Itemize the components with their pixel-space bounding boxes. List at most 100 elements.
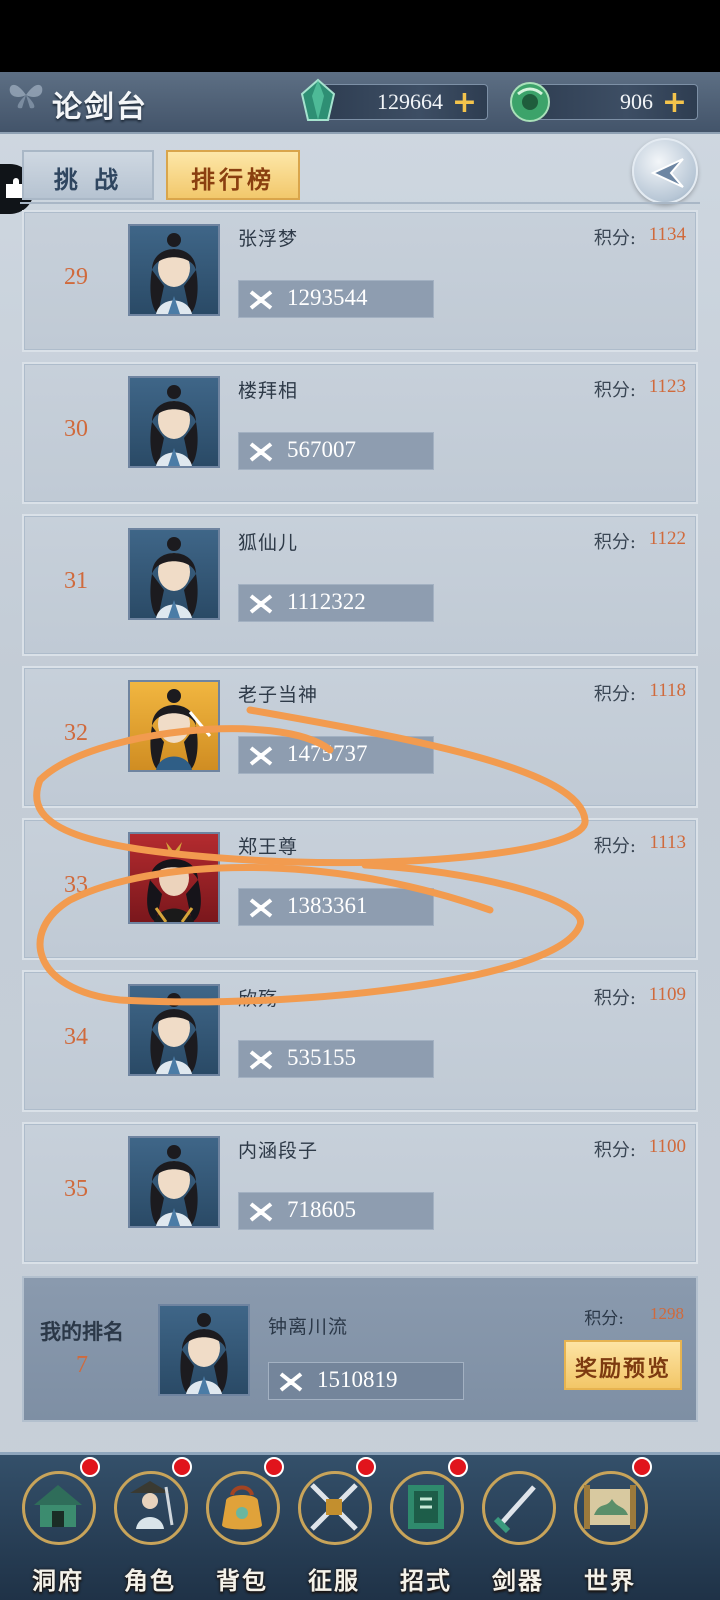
ranking-list[interactable]: 29 张浮梦 1293544 积分: 1134 30 楼拜相 567007 积分: 1123 31 狐…	[0, 210, 720, 1330]
my-rank-label: 我的排名	[40, 1319, 124, 1344]
combat-power: 1475737	[238, 736, 434, 774]
sword-icon	[493, 1485, 536, 1534]
player-name: 老子当神	[238, 684, 319, 706]
nav-item-5[interactable]: 招式	[380, 1455, 472, 1600]
nav-item-7[interactable]: 世界	[564, 1455, 656, 1600]
rank-number: 31	[64, 568, 88, 594]
character-portrait-icon	[150, 689, 212, 770]
notification-badge	[80, 1457, 100, 1477]
score-value: 1134	[648, 224, 686, 245]
ranking-row[interactable]: 29 张浮梦 1293544 积分: 1134	[22, 210, 698, 352]
ranking-row[interactable]: 30 楼拜相 567007 积分: 1123	[22, 362, 698, 504]
score-value: 1118	[649, 680, 686, 701]
my-combat-power-value: 1510819	[317, 1367, 398, 1392]
notification-badge	[448, 1457, 468, 1477]
nav-item-3[interactable]: 背包	[196, 1455, 288, 1600]
score-value: 1123	[648, 376, 686, 397]
moth-emblem-icon	[9, 84, 43, 109]
bottom-nav: 洞府 角色 背包 征服 招式 剑器 世界	[0, 1452, 720, 1600]
gem-currency: 129664 +	[318, 84, 488, 120]
nav-item-1[interactable]: 洞府	[12, 1455, 104, 1600]
ranking-row[interactable]: 33 郑王尊 1383361 积分: 1113	[22, 818, 698, 960]
player-avatar[interactable]	[128, 984, 220, 1076]
gem-amount: 129664	[377, 89, 443, 114]
nav-label: 背包	[216, 1566, 268, 1595]
rank-number: 32	[64, 720, 88, 746]
character-icon	[130, 1481, 174, 1529]
notification-badge	[264, 1457, 284, 1477]
notification-badge	[632, 1457, 652, 1477]
nav-label: 角色	[124, 1566, 176, 1595]
score-label: 积分:	[593, 380, 636, 401]
status-bar	[0, 0, 720, 72]
combat-power: 718605	[238, 1192, 434, 1230]
combat-power: 1293544	[238, 280, 434, 318]
score-value: 1113	[649, 832, 686, 853]
ranking-row[interactable]: 31 狐仙儿 1112322 积分: 1122	[22, 514, 698, 656]
nav-label: 洞府	[32, 1566, 84, 1595]
ranking-row[interactable]: 35 内涵段子 718605 积分: 1100	[22, 1122, 698, 1264]
combat-power-icon	[249, 1202, 273, 1222]
combat-power: 1383361	[238, 888, 434, 926]
combat-power-value: 535155	[287, 1045, 356, 1070]
tab-divider	[20, 202, 700, 204]
my-score-label: 积分:	[584, 1309, 624, 1329]
bag-icon	[222, 1485, 262, 1530]
my-rank-panel: 我的排名 7 钟离川流 1510819 积分: 1298 奖励预览	[22, 1276, 698, 1422]
combat-power-icon	[249, 594, 273, 614]
nav-label: 剑器	[492, 1566, 544, 1595]
combat-power-icon	[249, 290, 273, 310]
notification-badge	[356, 1457, 376, 1477]
jade-amount: 906	[620, 89, 653, 114]
player-name: 欣殇	[238, 988, 279, 1010]
player-avatar[interactable]	[128, 224, 220, 316]
player-name: 郑王尊	[238, 836, 299, 858]
world-scroll-icon	[584, 1485, 636, 1529]
reward-preview-label: 奖励预览	[574, 1356, 671, 1382]
my-score-value: 1298	[650, 1304, 684, 1323]
tab-ranking[interactable]: 排行榜	[166, 150, 300, 200]
rank-number: 35	[64, 1176, 88, 1202]
tab-ranking-label: 排行榜	[191, 165, 275, 194]
score-label: 积分:	[593, 532, 636, 553]
rank-number: 33	[64, 872, 88, 898]
combat-power-icon	[279, 1372, 303, 1392]
back-arrow-icon	[650, 158, 684, 188]
score-value: 1100	[648, 1136, 686, 1157]
score-label: 积分:	[593, 684, 636, 705]
player-avatar[interactable]	[128, 832, 220, 924]
combat-power-value: 1112322	[287, 589, 366, 614]
combat-power-icon	[249, 442, 273, 462]
player-avatar[interactable]	[128, 376, 220, 468]
nav-label: 征服	[308, 1566, 360, 1595]
ranking-row[interactable]: 34 欣殇 535155 积分: 1109	[22, 970, 698, 1112]
scroll-book-icon	[408, 1485, 444, 1529]
score-value: 1122	[648, 528, 686, 549]
combat-power-value: 1383361	[287, 893, 368, 918]
nav-label: 世界	[584, 1566, 636, 1595]
nav-item-2[interactable]: 角色	[104, 1455, 196, 1600]
nav-item-6[interactable]: 剑器	[472, 1455, 564, 1600]
score-label: 积分:	[593, 228, 636, 249]
character-portrait-icon	[150, 993, 198, 1074]
nav-item-4[interactable]: 征服	[288, 1455, 380, 1600]
ranking-row[interactable]: 32 老子当神 1475737 积分: 1118	[22, 666, 698, 808]
combat-power: 535155	[238, 1040, 434, 1078]
player-avatar[interactable]	[128, 1136, 220, 1228]
combat-power-icon	[249, 898, 273, 918]
player-avatar[interactable]	[128, 680, 220, 772]
player-avatar[interactable]	[128, 528, 220, 620]
my-combat-power: 1510819	[268, 1362, 464, 1400]
cave-dwelling-icon	[34, 1485, 82, 1527]
reward-preview-button[interactable]: 奖励预览	[564, 1340, 682, 1390]
crossed-swords-icon	[310, 1483, 358, 1531]
combat-power: 567007	[238, 432, 434, 470]
tab-challenge[interactable]: 挑 战	[22, 150, 154, 200]
add-jade-button[interactable]: +	[662, 85, 687, 120]
back-button[interactable]	[632, 138, 698, 204]
add-gem-button[interactable]: +	[452, 85, 477, 120]
character-portrait-icon	[150, 385, 198, 466]
notification-badge	[172, 1457, 192, 1477]
player-name: 狐仙儿	[238, 532, 299, 554]
my-avatar[interactable]	[158, 1304, 250, 1396]
